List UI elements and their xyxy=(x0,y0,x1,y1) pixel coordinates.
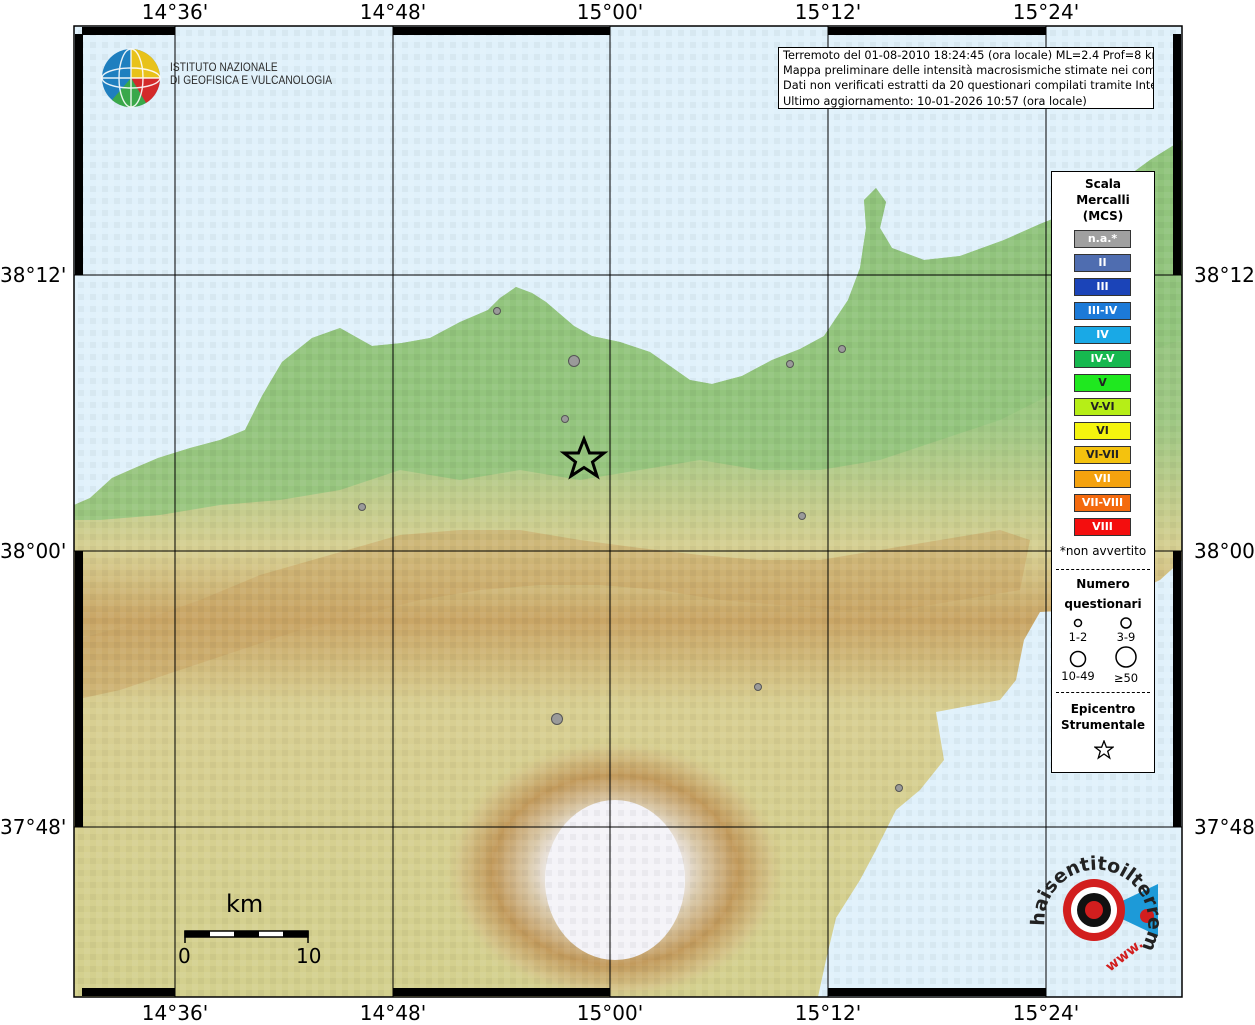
ingv-line-1: ISTITUTO NAZIONALE xyxy=(170,62,278,74)
lat-label-right: 37°48' xyxy=(1194,815,1255,839)
intensity-swatch: IV xyxy=(1074,326,1131,344)
observation-point xyxy=(358,503,366,511)
observation-point xyxy=(551,713,563,725)
intensity-swatch: VII-VIII xyxy=(1074,494,1131,512)
observation-point xyxy=(568,355,580,367)
intensity-swatch: VIII xyxy=(1074,518,1131,536)
event-info-line: Mappa preliminare delle intensità macros… xyxy=(783,64,1154,78)
lat-label-left: 38°00' xyxy=(0,539,67,563)
observation-point xyxy=(754,683,762,691)
intensity-swatch: III-IV xyxy=(1074,302,1131,320)
lat-label-right: 38°12' xyxy=(1194,263,1255,287)
count-title-line: Numero xyxy=(1076,577,1130,591)
observation-point xyxy=(561,415,569,423)
ingv-institute-name: ISTITUTO NAZIONALE DI GEOFISICA E VULCAN… xyxy=(170,62,332,88)
count-size-label: 3-9 xyxy=(1116,630,1136,644)
lon-label-top: 14°48' xyxy=(359,0,427,24)
count-size-label: 1-2 xyxy=(1068,630,1088,644)
event-info-line: Ultimo aggiornamento: 10-01-2026 10:57 (… xyxy=(783,94,1087,108)
scale-unit-label: km xyxy=(226,890,264,918)
legend-star-icon xyxy=(1094,740,1114,760)
ingv-line-2: DI GEOFISICA E VULCANOLOGIA xyxy=(170,75,333,87)
lon-label-top: 15°00' xyxy=(576,0,644,24)
lat-label-right: 38°00' xyxy=(1194,539,1255,563)
epicenter-title-line: Strumentale xyxy=(1060,718,1146,732)
lon-label-bottom: 14°36' xyxy=(141,1001,209,1025)
legend-divider xyxy=(1056,569,1150,570)
lon-label-top: 15°12' xyxy=(794,0,862,24)
ingv-globe-logo xyxy=(101,48,161,108)
legend-title-line: Mercalli xyxy=(1076,193,1130,207)
scale-start-label: 0 xyxy=(178,944,191,968)
observation-point xyxy=(895,784,903,792)
observation-point xyxy=(798,512,806,520)
intensity-swatch: VI xyxy=(1074,422,1131,440)
lon-label-top: 14°36' xyxy=(141,0,209,24)
legend-divider xyxy=(1056,692,1150,693)
observation-point xyxy=(493,307,501,315)
count-size-label: ≥50 xyxy=(1113,671,1139,685)
lat-label-left: 38°12' xyxy=(0,263,67,287)
event-info-line: Terremoto del 01-08-2010 18:24:45 (ora l… xyxy=(783,49,1154,62)
lon-label-bottom: 15°00' xyxy=(576,1001,644,1025)
intensity-swatch: VII xyxy=(1074,470,1131,488)
legend-panel: Scala Mercalli (MCS) n.a.* II III III-IV IV I… xyxy=(1051,171,1155,773)
legend-title-line: (MCS) xyxy=(1082,209,1124,223)
intensity-swatch: V xyxy=(1074,374,1131,392)
event-info-box: Terremoto del 01-08-2010 18:24:45 (ora l… xyxy=(778,47,1154,109)
count-title-line: questionari xyxy=(1064,597,1142,611)
event-info-line: Dati non verificati estratti da 20 quest… xyxy=(783,79,1154,93)
intensity-swatch: II xyxy=(1074,254,1131,272)
intensity-swatch: n.a.* xyxy=(1074,230,1131,248)
count-size-label: 10-49 xyxy=(1061,669,1095,683)
lon-label-bottom: 14°48' xyxy=(359,1001,427,1025)
intensity-swatch: VI-VII xyxy=(1074,446,1131,464)
scale-end-label: 10 xyxy=(296,944,322,968)
observation-point xyxy=(786,360,794,368)
not-felt-note: *non avvertito xyxy=(1059,544,1147,558)
intensity-swatch: V-VI xyxy=(1074,398,1131,416)
lon-label-bottom: 15°24' xyxy=(1012,1001,1080,1025)
epicenter-title-line: Epicentro xyxy=(1070,702,1136,716)
lon-label-bottom: 15°12' xyxy=(794,1001,862,1025)
intensity-swatch: IV-V xyxy=(1074,350,1131,368)
lon-label-top: 15°24' xyxy=(1012,0,1080,24)
observation-point xyxy=(838,345,846,353)
intensity-swatch: III xyxy=(1074,278,1131,296)
lat-label-left: 37°48' xyxy=(0,815,67,839)
legend-title-line: Scala xyxy=(1084,177,1122,191)
